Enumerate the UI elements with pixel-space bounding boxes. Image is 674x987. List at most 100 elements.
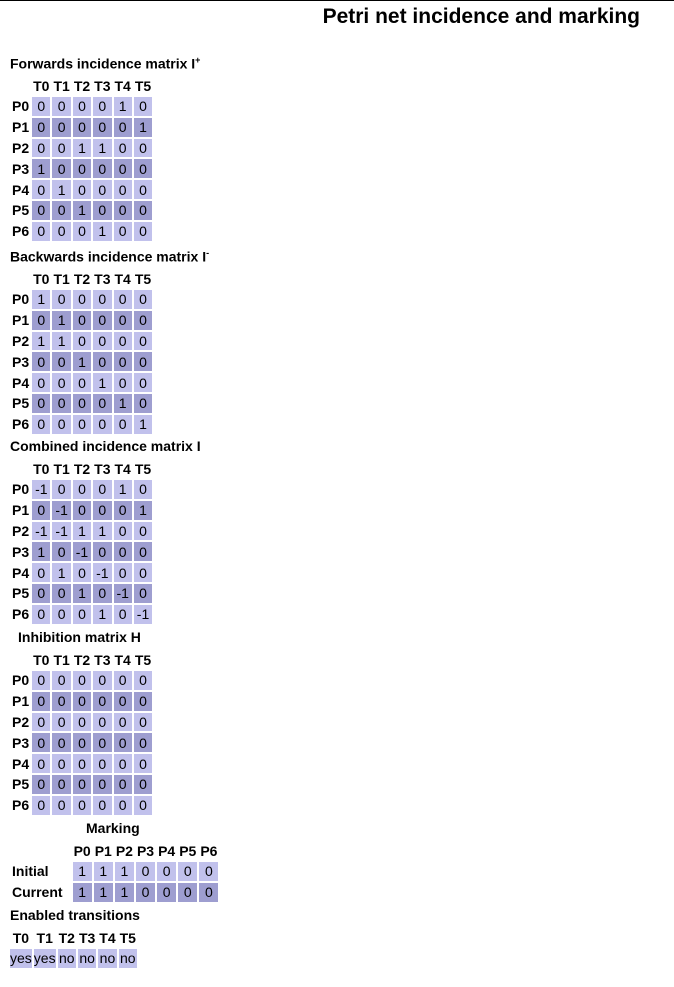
matrix-cell: 0 <box>113 117 132 137</box>
marking-row-label: Initial <box>12 863 49 880</box>
matrix-cell: 0 <box>32 691 51 711</box>
matrix-row-p2: P2 -1 -1 1 1 0 0 <box>12 521 153 541</box>
matrix-cell: 0 <box>52 221 71 241</box>
row-header-p4: P4 <box>12 374 30 391</box>
matrix-cell: -1 <box>72 542 92 562</box>
matrix-cell: 0 <box>113 604 132 624</box>
matrix-row-p4: P4 0 0 0 1 0 0 <box>12 373 153 392</box>
matrix-cell: 0 <box>133 138 153 158</box>
matrix-row-p4: P4 0 0 0 0 0 0 <box>12 754 153 773</box>
matrix-cell: 0 <box>72 97 92 116</box>
marking-cell: 0 <box>157 882 177 902</box>
matrix-cell: 0 <box>133 795 153 815</box>
matrix-cell: 1 <box>72 200 92 220</box>
matrix-cell: 0 <box>72 393 92 413</box>
backwards-header-row: T0 T1 T2 T3 T4 T5 <box>12 270 152 288</box>
matrix-cell: 0 <box>93 310 112 330</box>
matrix-cell: 0 <box>72 414 92 434</box>
row-header-p1: P1 <box>12 119 30 136</box>
matrix-cell: 0 <box>32 310 51 330</box>
matrix-cell: 0 <box>52 583 71 603</box>
matrix-cell: 1 <box>52 331 71 351</box>
matrix-cell: 0 <box>133 221 153 241</box>
matrix-row-p0: P0 0 0 0 0 0 0 <box>12 671 153 690</box>
marking-header-row: P0 P1 P2 P3 P4 P5 P6 <box>12 842 218 860</box>
matrix-cell: 0 <box>52 712 71 732</box>
matrix-cell: 0 <box>72 159 92 179</box>
matrix-cell: 0 <box>72 480 92 499</box>
matrix-cell: -1 <box>113 583 132 603</box>
column-header-t5: T5 <box>134 652 152 668</box>
column-header-p1: P1 <box>94 843 112 859</box>
matrix-row-p6: P6 0 0 0 1 0 -1 <box>12 604 153 624</box>
top-border-line <box>0 0 674 1</box>
column-header-p5: P5 <box>179 843 197 859</box>
row-header-p6: P6 <box>12 223 30 240</box>
enabled-cell: no <box>98 949 117 968</box>
column-header-t2: T2 <box>73 271 91 287</box>
matrix-cell: -1 <box>133 604 153 624</box>
column-header-t2: T2 <box>73 461 91 477</box>
matrix-row-p3: P3 0 0 1 0 0 0 <box>12 352 153 372</box>
enabled-cell: no <box>57 949 76 968</box>
matrix-cell: 0 <box>32 373 51 392</box>
column-header-t5: T5 <box>134 78 152 94</box>
row-header-p3: P3 <box>12 543 30 560</box>
matrix-cell: 1 <box>93 221 112 241</box>
column-header-t2: T2 <box>58 930 75 946</box>
matrix-cell: 0 <box>52 117 71 137</box>
matrix-row-p5: P5 0 0 0 0 0 0 <box>12 774 153 794</box>
marking-caption: Marking <box>86 820 140 836</box>
column-header-t3: T3 <box>94 271 111 287</box>
matrix-cell: 0 <box>113 373 132 392</box>
marking-cell: 0 <box>135 862 156 881</box>
matrix-cell: 0 <box>52 414 71 434</box>
matrix-cell: 0 <box>32 671 51 690</box>
row-header-p1: P1 <box>12 693 30 710</box>
column-header-t0: T0 <box>12 930 30 946</box>
matrix-cell: 0 <box>52 200 71 220</box>
matrix-cell: 0 <box>72 712 92 732</box>
matrix-cell: 1 <box>72 138 92 158</box>
matrix-cell: 0 <box>93 691 112 711</box>
matrix-cell: 0 <box>113 795 132 815</box>
matrix-cell: 0 <box>52 290 71 309</box>
column-header-t4: T4 <box>114 78 131 94</box>
matrix-cell: 0 <box>93 712 112 732</box>
matrix-cell: 0 <box>72 310 92 330</box>
row-header-p4: P4 <box>12 564 30 581</box>
row-header-p5: P5 <box>12 585 30 602</box>
matrix-cell: 0 <box>93 352 112 372</box>
row-header-p1: P1 <box>12 312 30 329</box>
matrix-cell: 0 <box>133 733 153 753</box>
inhibition-header-row: T0 T1 T2 T3 T4 T5 <box>12 651 152 669</box>
matrix-cell: 0 <box>72 774 92 794</box>
column-header-t3: T3 <box>78 930 96 946</box>
matrix-cell: 0 <box>133 290 153 309</box>
matrix-cell: 0 <box>72 754 92 773</box>
column-header-t5: T5 <box>119 930 136 946</box>
row-header-p5: P5 <box>12 776 30 793</box>
matrix-cell: 1 <box>93 604 112 624</box>
column-header-t3: T3 <box>94 78 111 94</box>
matrix-row-p0: P0 1 0 0 0 0 0 <box>12 290 153 309</box>
enabled-cell: no <box>118 949 137 968</box>
column-header-t4: T4 <box>114 461 131 477</box>
backwards-caption-sup: - <box>206 248 210 258</box>
forwards-caption-text: Forwards incidence matrix I <box>10 55 196 72</box>
row-header-p0: P0 <box>12 98 30 115</box>
matrix-row-p2: P2 1 1 0 0 0 0 <box>12 331 153 351</box>
matrix-cell: 1 <box>133 414 153 434</box>
row-header-p4: P4 <box>12 181 30 198</box>
matrix-cell: 0 <box>72 671 92 690</box>
column-header-t1: T1 <box>36 930 53 946</box>
row-header-p2: P2 <box>12 332 30 349</box>
matrix-cell: 0 <box>52 604 71 624</box>
row-header-p3: P3 <box>12 160 30 177</box>
column-header-t0: T0 <box>33 652 50 668</box>
column-header-p2: P2 <box>115 843 133 859</box>
column-header-t1: T1 <box>53 652 70 668</box>
column-header-t4: T4 <box>99 930 116 946</box>
matrix-row-p1: P1 0 0 0 0 0 0 <box>12 691 153 711</box>
row-header-p0: P0 <box>12 672 30 689</box>
